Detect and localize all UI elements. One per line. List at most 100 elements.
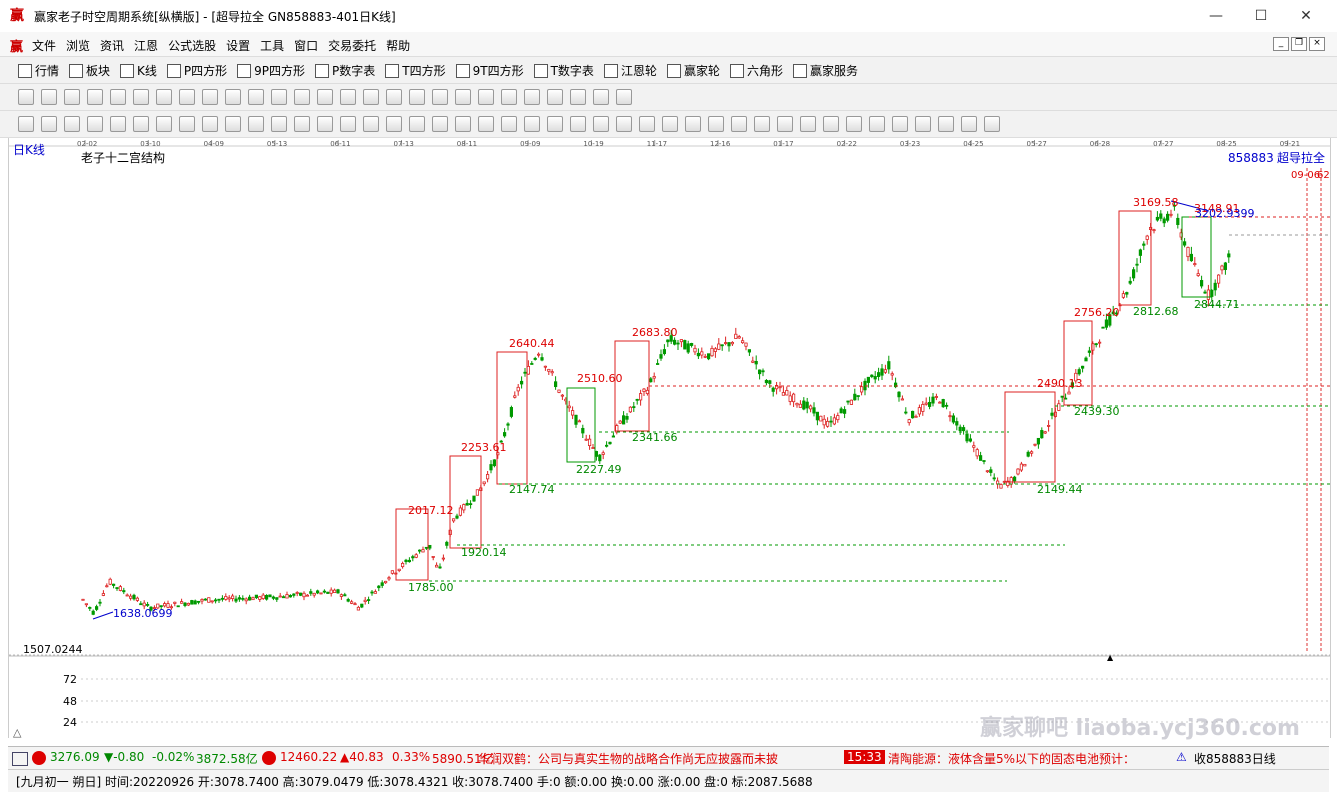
draw-tool-icon[interactable] [248, 116, 264, 132]
toolbar-item-6[interactable]: T四方形 [385, 62, 446, 79]
toolbar-item-9[interactable]: 江恩轮 [603, 62, 657, 79]
toolbar-item-5[interactable]: P数字表 [315, 62, 375, 79]
draw-tool-icon[interactable] [846, 116, 862, 132]
maximize-button[interactable]: ☐ [1238, 4, 1284, 28]
draw-tool-icon[interactable] [915, 116, 931, 132]
menu-item-4[interactable]: 公式选股 [168, 37, 216, 54]
draw-tool-icon[interactable] [87, 116, 103, 132]
chart-tool-icon[interactable] [110, 89, 126, 105]
draw-tool-icon[interactable] [432, 116, 448, 132]
draw-tool-icon[interactable] [363, 116, 379, 132]
draw-tool-icon[interactable] [110, 116, 126, 132]
chart-area[interactable]: 02-02 03-10 04-09 05-13 06-11 07-13 08-11 09-09… [8, 138, 1331, 739]
draw-tool-icon[interactable] [869, 116, 885, 132]
toolbar-item-2[interactable]: K线 [120, 62, 157, 79]
chart-tool-icon[interactable] [616, 89, 632, 105]
chart-tool-icon[interactable] [64, 89, 80, 105]
draw-tool-icon[interactable] [524, 116, 540, 132]
draw-tool-icon[interactable] [777, 116, 793, 132]
toolbar-item-4[interactable]: 9P四方形 [237, 62, 305, 79]
chart-tool-icon[interactable] [478, 89, 494, 105]
toolbar-item-11[interactable]: 六角形 [729, 62, 783, 79]
draw-tool-icon[interactable] [294, 116, 310, 132]
chart-tool-icon[interactable] [248, 89, 264, 105]
chart-tool-icon[interactable] [432, 89, 448, 105]
draw-tool-icon[interactable] [156, 116, 172, 132]
draw-tool-icon[interactable] [225, 116, 241, 132]
chart-tool-icon[interactable] [593, 89, 609, 105]
toolbar-item-1[interactable]: 板块 [69, 62, 110, 79]
chart-tool-icon[interactable] [363, 89, 379, 105]
chart-tool-icon[interactable] [547, 89, 563, 105]
menu-item-5[interactable]: 设置 [226, 37, 250, 54]
table-icon[interactable] [12, 752, 28, 766]
chart-tool-icon[interactable] [87, 89, 103, 105]
news-item-1[interactable]: 华润双鹤：公司与真实生物的战略合作尚无应披露而未披 [478, 750, 778, 767]
toolbar-item-8[interactable]: T数字表 [533, 62, 594, 79]
toolbar-item-7[interactable]: 9T四方形 [455, 62, 524, 79]
chart-tool-icon[interactable] [18, 89, 34, 105]
draw-tool-icon[interactable] [41, 116, 57, 132]
mdi-close-button[interactable]: × [1309, 37, 1325, 51]
menu-item-9[interactable]: 帮助 [386, 37, 410, 54]
draw-tool-icon[interactable] [547, 116, 563, 132]
draw-tool-icon[interactable] [64, 116, 80, 132]
draw-tool-icon[interactable] [823, 116, 839, 132]
draw-tool-icon[interactable] [478, 116, 494, 132]
draw-tool-icon[interactable] [455, 116, 471, 132]
toolbar-item-12[interactable]: 赢家服务 [792, 62, 858, 79]
chart-tool-icon[interactable] [386, 89, 402, 105]
toolbar-item-10[interactable]: 赢家轮 [666, 62, 720, 79]
draw-tool-icon[interactable] [271, 116, 287, 132]
draw-tool-icon[interactable] [570, 116, 586, 132]
menu-item-6[interactable]: 工具 [260, 37, 284, 54]
kline-chart[interactable]: 02-02 03-10 04-09 05-13 06-11 07-13 08-11 09-09… [9, 138, 1330, 739]
toolbar-item-3[interactable]: P四方形 [166, 62, 227, 79]
mdi-restore-button[interactable]: ❐ [1291, 37, 1307, 51]
chart-tool-icon[interactable] [225, 89, 241, 105]
chart-tool-icon[interactable] [409, 89, 425, 105]
chart-tool-icon[interactable] [340, 89, 356, 105]
draw-tool-icon[interactable] [340, 116, 356, 132]
draw-tool-icon[interactable] [708, 116, 724, 132]
draw-tool-icon[interactable] [685, 116, 701, 132]
chart-tool-icon[interactable] [41, 89, 57, 105]
chart-tool-icon[interactable] [156, 89, 172, 105]
menu-item-0[interactable]: 文件 [32, 37, 56, 54]
chart-tool-icon[interactable] [271, 89, 287, 105]
close-button[interactable]: ✕ [1283, 4, 1329, 28]
draw-tool-icon[interactable] [386, 116, 402, 132]
draw-tool-icon[interactable] [754, 116, 770, 132]
chart-tool-icon[interactable] [133, 89, 149, 105]
draw-tool-icon[interactable] [409, 116, 425, 132]
mdi-minimize-button[interactable]: _ [1273, 37, 1289, 51]
draw-tool-icon[interactable] [961, 116, 977, 132]
draw-tool-icon[interactable] [938, 116, 954, 132]
draw-tool-icon[interactable] [800, 116, 816, 132]
draw-tool-icon[interactable] [662, 116, 678, 132]
chart-tool-icon[interactable] [455, 89, 471, 105]
menu-item-3[interactable]: 江恩 [134, 37, 158, 54]
chart-tool-icon[interactable] [294, 89, 310, 105]
draw-tool-icon[interactable] [616, 116, 632, 132]
menu-item-7[interactable]: 窗口 [294, 37, 318, 54]
menu-item-1[interactable]: 浏览 [66, 37, 90, 54]
draw-tool-icon[interactable] [317, 116, 333, 132]
minimize-button[interactable]: — [1193, 4, 1239, 28]
toolbar-item-0[interactable]: 行情 [18, 62, 59, 79]
chart-tool-icon[interactable] [570, 89, 586, 105]
chart-tool-icon[interactable] [202, 89, 218, 105]
draw-tool-icon[interactable] [639, 116, 655, 132]
draw-tool-icon[interactable] [593, 116, 609, 132]
draw-tool-icon[interactable] [984, 116, 1000, 132]
chart-tool-icon[interactable] [179, 89, 195, 105]
draw-tool-icon[interactable] [892, 116, 908, 132]
menu-item-8[interactable]: 交易委托 [328, 37, 376, 54]
chart-tool-icon[interactable] [501, 89, 517, 105]
chart-tool-icon[interactable] [317, 89, 333, 105]
draw-tool-icon[interactable] [202, 116, 218, 132]
draw-tool-icon[interactable] [179, 116, 195, 132]
draw-tool-icon[interactable] [133, 116, 149, 132]
menu-item-2[interactable]: 资讯 [100, 37, 124, 54]
draw-tool-icon[interactable] [501, 116, 517, 132]
